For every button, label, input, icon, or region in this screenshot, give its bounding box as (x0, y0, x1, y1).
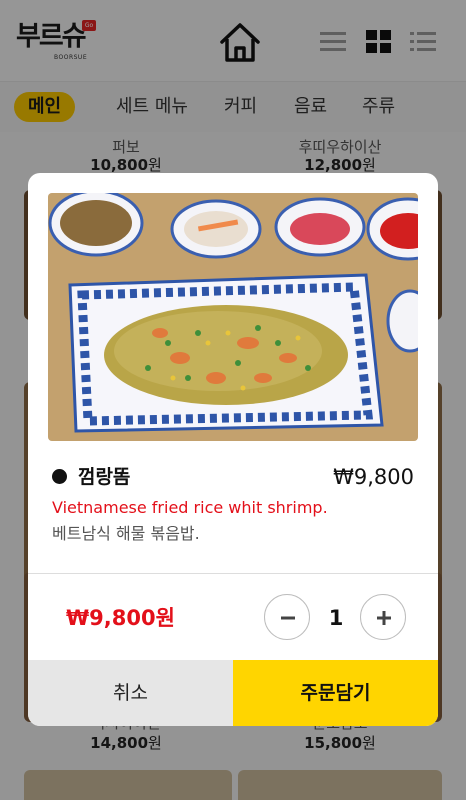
decrease-quantity-button[interactable] (264, 594, 310, 640)
item-name: 껌랑똠 (78, 466, 131, 488)
product-detail-modal: 껌랑똠 ₩9,800 Vietnamese fried rice whit sh… (28, 173, 438, 726)
item-row: 껌랑똠 ₩9,800 (52, 463, 414, 491)
modal-actions: 취소 주문담기 (28, 660, 438, 726)
bullet-icon (52, 469, 67, 484)
plus-icon (377, 611, 391, 625)
item-price: ₩9,800 (333, 465, 414, 489)
item-description-en: Vietnamese fried rice whit shrimp. (52, 498, 328, 517)
item-description-ko: 베트남식 해물 볶음밥. (52, 524, 200, 543)
total-price: ₩9,800원 (66, 606, 175, 630)
divider (28, 573, 438, 574)
fried-rice-photo (48, 193, 418, 441)
add-to-cart-button[interactable]: 주문담기 (233, 660, 438, 726)
quantity-value: 1 (328, 606, 344, 630)
increase-quantity-button[interactable] (360, 594, 406, 640)
cancel-button[interactable]: 취소 (28, 660, 233, 726)
minus-icon (281, 616, 295, 620)
